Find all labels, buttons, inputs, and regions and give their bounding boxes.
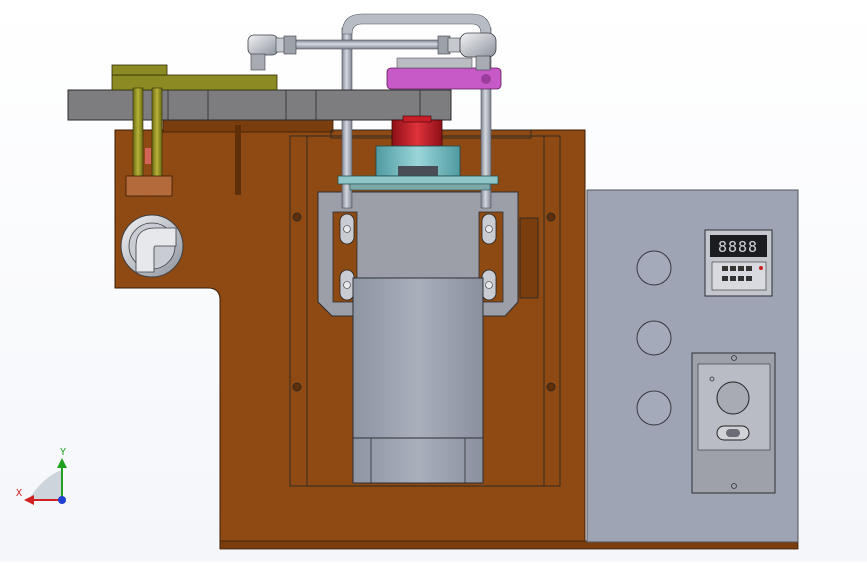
cad-viewport[interactable]: 8888 Y X (0, 0, 867, 562)
turntable-disk (337, 175, 499, 191)
timer-relay[interactable]: 8888 (704, 229, 773, 297)
timer-display-digits: 8888 (718, 238, 758, 256)
teal-spindle-hub (375, 145, 461, 180)
machine-assembly-drawing: 8888 Y X (16, 13, 799, 550)
y-axis-label: Y (60, 447, 66, 458)
electric-motor (352, 277, 484, 484)
z-axis-dot (58, 496, 66, 504)
x-axis-label: X (16, 488, 22, 499)
panel-hole-2 (636, 320, 672, 356)
speed-knob[interactable] (716, 381, 750, 415)
panel-hole-1 (636, 250, 672, 286)
shaft-coupling (391, 115, 443, 149)
coordinate-triad[interactable]: Y X (16, 447, 67, 505)
panel-hole-3 (636, 390, 672, 426)
top-mounting-plate (67, 89, 452, 121)
elbow-fitting-left (247, 34, 297, 71)
speed-controller[interactable] (691, 352, 776, 494)
control-panel: 8888 (586, 189, 799, 543)
